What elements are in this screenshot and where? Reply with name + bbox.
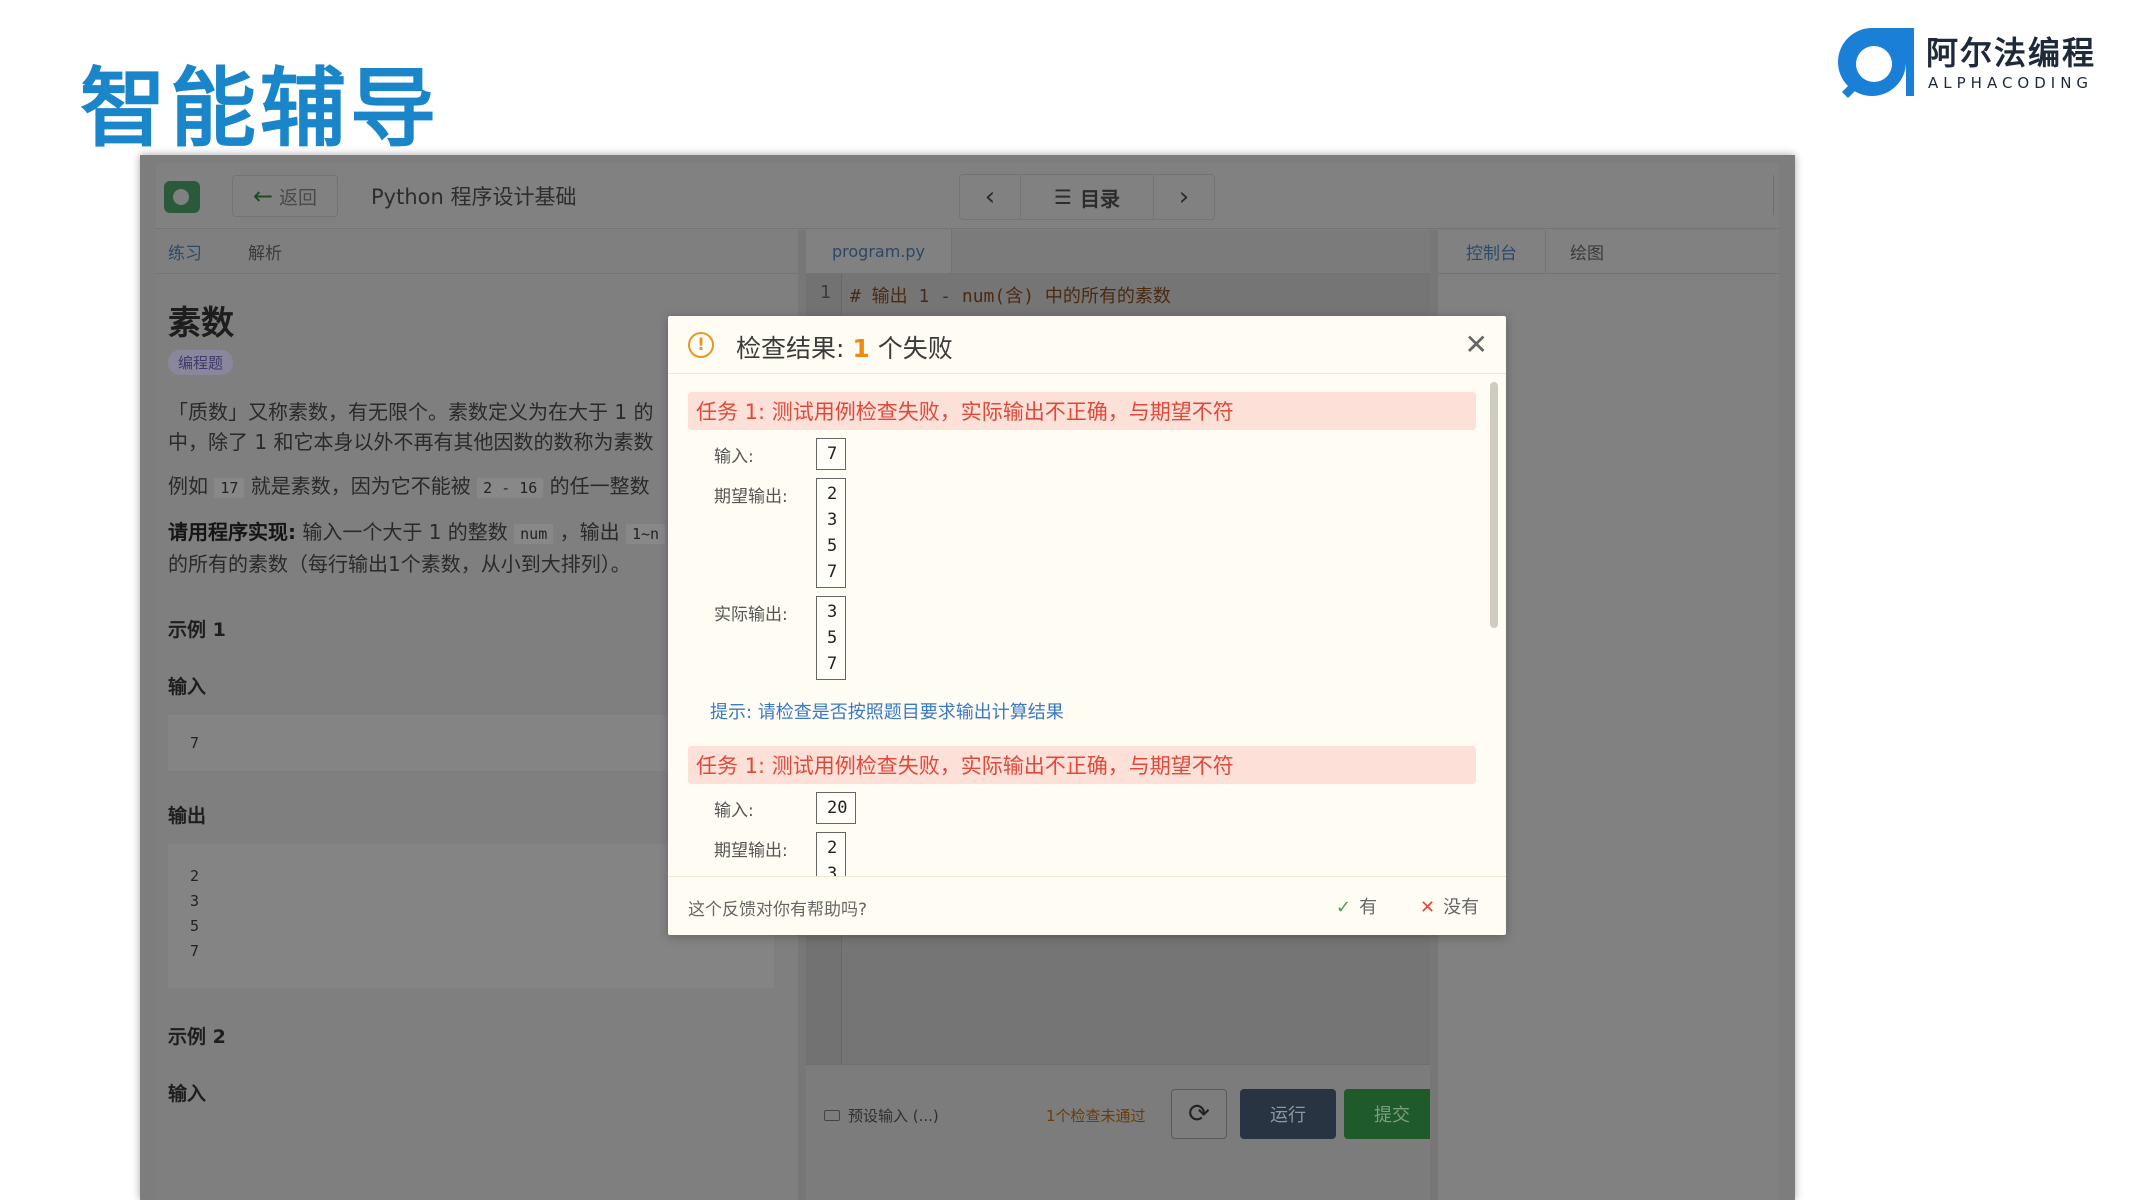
actual-output-label: 实际输出: xyxy=(714,605,788,625)
run-button[interactable]: 运行 xyxy=(1240,1089,1336,1139)
dialog-scrollbar[interactable] xyxy=(1490,382,1498,628)
preset-input-label: 预设输入 (...) xyxy=(848,1107,939,1125)
check-fail-note[interactable]: 1个检查未通过 xyxy=(1046,1105,1146,1126)
output-line: 7 xyxy=(190,942,200,960)
problem-type-badge: 编程题 xyxy=(168,350,234,375)
tab-console[interactable]: 控制台 xyxy=(1438,229,1546,274)
value-line: 5 xyxy=(827,536,838,556)
feedback-yes-label: 有 xyxy=(1359,897,1378,918)
dialog-title: 检查结果: 1 个失败 xyxy=(736,329,953,365)
problem-tabs: 练习 解析 xyxy=(156,230,798,274)
inline-code: 1~n xyxy=(625,524,666,544)
dialog-title-suffix: 个失败 xyxy=(877,334,953,363)
task-2-input: 20 xyxy=(816,792,857,824)
close-icon[interactable]: ✕ xyxy=(1465,328,1488,361)
course-title: Python 程序设计基础 xyxy=(371,185,577,209)
inline-code: 2 - 16 xyxy=(477,478,544,498)
input-label: 输入: xyxy=(714,801,754,821)
keyboard-icon xyxy=(824,1110,840,1121)
check-icon: ✓ xyxy=(1336,897,1352,918)
feedback-no-button[interactable]: ✕ 没有 xyxy=(1420,893,1479,919)
dialog-body[interactable]: 任务 1: 测试用例检查失败，实际输出不正确，与期望不符 输入: 7 期望输出:… xyxy=(668,374,1506,876)
list-icon: ☰ xyxy=(1054,185,1072,209)
alphacoding-logo-icon xyxy=(1838,28,1914,98)
brand-name-en: ALPHACODING xyxy=(1928,74,2094,92)
hint-text: 提示: 请检查是否按照题目要求输出计算结果 xyxy=(710,702,1064,723)
tab-solution[interactable]: 解析 xyxy=(248,239,282,264)
task-1-expected-output: 2 3 5 7 xyxy=(816,478,847,588)
task-1-actual-output: 3 5 7 xyxy=(816,596,847,680)
code-line[interactable]: # 输出 1 - num(含) 中的所有的素数 xyxy=(850,282,1171,308)
dialog-header: ! 检查结果: 1 个失败 ✕ xyxy=(668,316,1506,374)
dialog-title-prefix: 检查结果: xyxy=(736,334,845,363)
value-line: 7 xyxy=(827,654,838,674)
value-line: 3 xyxy=(827,510,838,530)
feedback-no-label: 没有 xyxy=(1443,897,1480,918)
topbar-divider xyxy=(1773,175,1779,215)
example-2-input-heading: 输入 xyxy=(168,1083,207,1105)
task-2-expected-output: 2 3 xyxy=(816,832,847,876)
task-1-input: 7 xyxy=(816,438,847,470)
expected-output-label: 期望输出: xyxy=(714,841,788,861)
input-label: 输入: xyxy=(714,447,754,467)
top-bar: ← 返回 Python 程序设计基础 ‹ ☰ 目录 › xyxy=(156,163,1779,229)
editor-tabs: program.py xyxy=(806,229,1430,274)
cross-icon: ✕ xyxy=(1420,897,1436,918)
feedback-yes-button[interactable]: ✓ 有 xyxy=(1336,893,1377,919)
tab-drawing[interactable]: 绘图 xyxy=(1546,239,1628,264)
task-1-header: 任务 1: 测试用例检查失败，实际输出不正确，与期望不符 xyxy=(688,392,1476,430)
example-text-b: 就是素数，因为它不能被 xyxy=(244,474,478,498)
example-2-heading: 示例 2 xyxy=(168,1026,226,1048)
back-button[interactable]: ← 返回 xyxy=(232,175,338,217)
inline-code: num xyxy=(514,524,554,544)
app-logo-icon[interactable] xyxy=(164,181,200,213)
example-text-c: 的任一整数 xyxy=(543,474,650,498)
back-button-label: 返回 xyxy=(279,186,318,209)
value-line: 2 xyxy=(827,484,838,504)
value-line: 7 xyxy=(827,444,838,464)
value-line: 2 xyxy=(827,838,838,858)
requirement-text-b: ，输出 xyxy=(553,520,626,544)
brand-name-cn: 阿尔法编程 xyxy=(1926,34,2097,72)
value-line: 3 xyxy=(827,602,838,622)
example-text-a: 例如 xyxy=(168,474,215,498)
expected-output-label: 期望输出: xyxy=(714,487,788,507)
value-line: 5 xyxy=(827,628,838,648)
task-2-header: 任务 1: 测试用例检查失败，实际输出不正确，与期望不符 xyxy=(688,746,1476,784)
check-result-dialog: ! 检查结果: 1 个失败 ✕ 任务 1: 测试用例检查失败，实际输出不正确，与… xyxy=(668,316,1506,935)
back-arrow-icon: ← xyxy=(252,182,274,210)
chevron-right-icon[interactable]: › xyxy=(1154,175,1214,219)
brand: 阿尔法编程 ALPHACODING xyxy=(1836,24,2096,100)
line-number: 1 xyxy=(820,282,831,303)
refresh-icon[interactable]: ⟳ xyxy=(1171,1089,1227,1139)
dialog-footer: 这个反馈对你有帮助吗? ✓ 有 ✕ 没有 xyxy=(668,876,1506,935)
submit-button[interactable]: 提交 xyxy=(1344,1089,1440,1139)
fail-count: 1 xyxy=(852,334,870,363)
requirement-label: 请用程序实现: xyxy=(168,520,296,544)
warning-icon: ! xyxy=(688,332,714,358)
file-tab[interactable]: program.py xyxy=(806,229,953,273)
toc-label: 目录 xyxy=(1079,186,1120,211)
editor-toolbar: 预设输入 (...) 1个检查未通过 ⟳ 运行 提交 xyxy=(806,1064,1440,1200)
feedback-question: 这个反馈对你有帮助吗? xyxy=(688,900,868,920)
preset-input-button[interactable]: 预设输入 (...) xyxy=(824,1105,939,1126)
output-tabs: 控制台 绘图 xyxy=(1438,229,1779,274)
value-line: 20 xyxy=(827,798,848,818)
chevron-left-icon[interactable]: ‹ xyxy=(960,175,1020,219)
toc-button[interactable]: ☰ 目录 xyxy=(1020,175,1154,219)
tab-exercise[interactable]: 练习 xyxy=(168,239,202,264)
value-line: 3 xyxy=(827,864,838,876)
requirement-text-a: 输入一个大于 1 的整数 xyxy=(296,520,515,544)
lesson-nav: ‹ ☰ 目录 › xyxy=(959,174,1215,220)
slide-title: 智能辅导 xyxy=(80,59,440,159)
inline-code: 17 xyxy=(214,478,245,498)
value-line: 7 xyxy=(827,562,838,582)
